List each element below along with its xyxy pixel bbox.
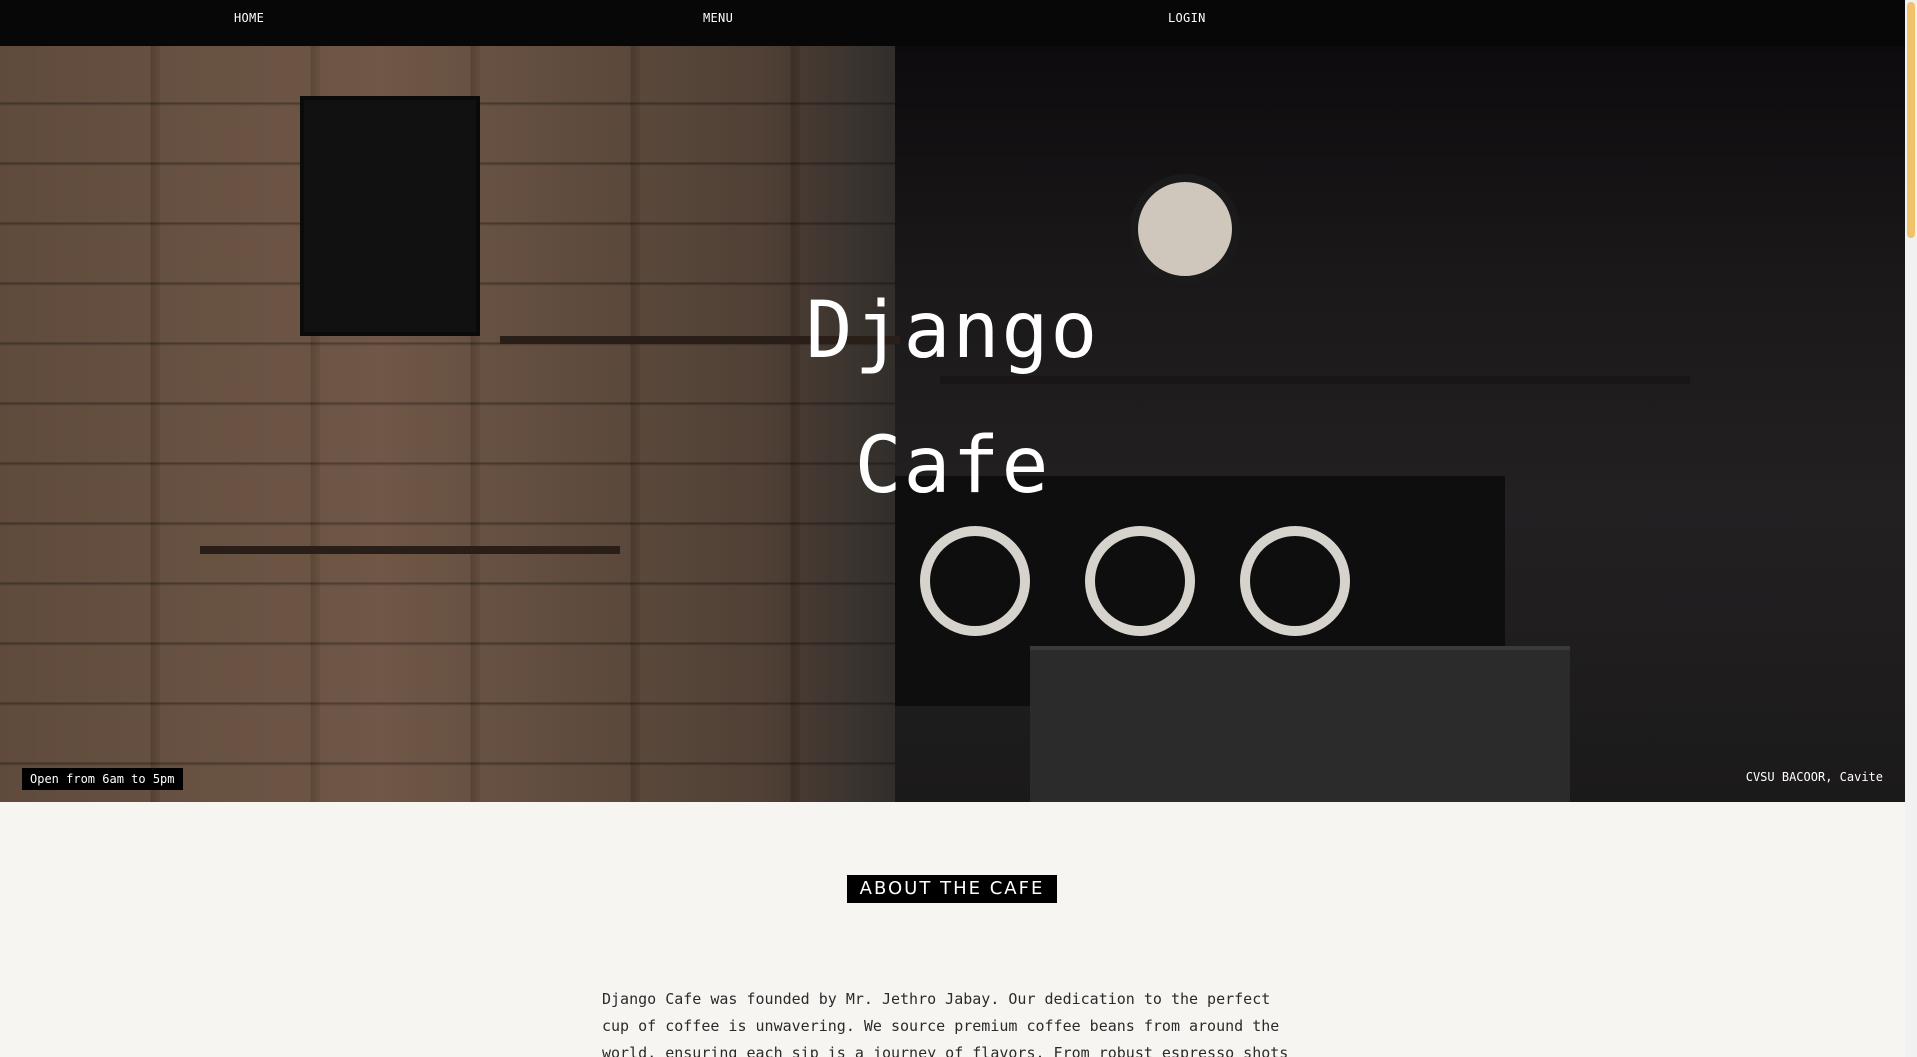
about-heading: ABOUT THE CAFE [847, 875, 1057, 903]
espresso-machine [1030, 646, 1570, 802]
nav-home-link[interactable]: HOME [234, 11, 264, 25]
hero-title-line2: Cafe [854, 421, 1051, 511]
hero-banner: Django Cafe Open from 6am to 5pm CVSU BA… [0, 46, 1905, 802]
latte-art-tulip-icon [1085, 526, 1195, 636]
scrollbar-thumb[interactable] [1907, 2, 1915, 238]
wooden-shelf [200, 546, 620, 554]
latte-art-swan-icon [920, 526, 1030, 636]
nav-login-link[interactable]: LOGIN [1168, 11, 1206, 25]
metal-shelf [940, 376, 1690, 384]
page: HOME MENU LOGIN Django Cafe Open from 6a… [0, 0, 1905, 1057]
about-paragraph: Django Cafe was founded by Mr. Jethro Ja… [602, 990, 1289, 1057]
top-navigation: HOME MENU LOGIN [0, 0, 1905, 46]
latte-art-rosetta-icon [1240, 526, 1350, 636]
location-label: CVSU BACOOR, Cavite [1745, 770, 1883, 784]
page-scrollbar[interactable] [1905, 0, 1917, 1057]
hero-title-line1: Django [805, 286, 1100, 376]
opening-hours-badge: Open from 6am to 5pm [22, 768, 183, 790]
wall-clock [1130, 174, 1240, 284]
nav-menu-link[interactable]: MENU [703, 11, 733, 25]
